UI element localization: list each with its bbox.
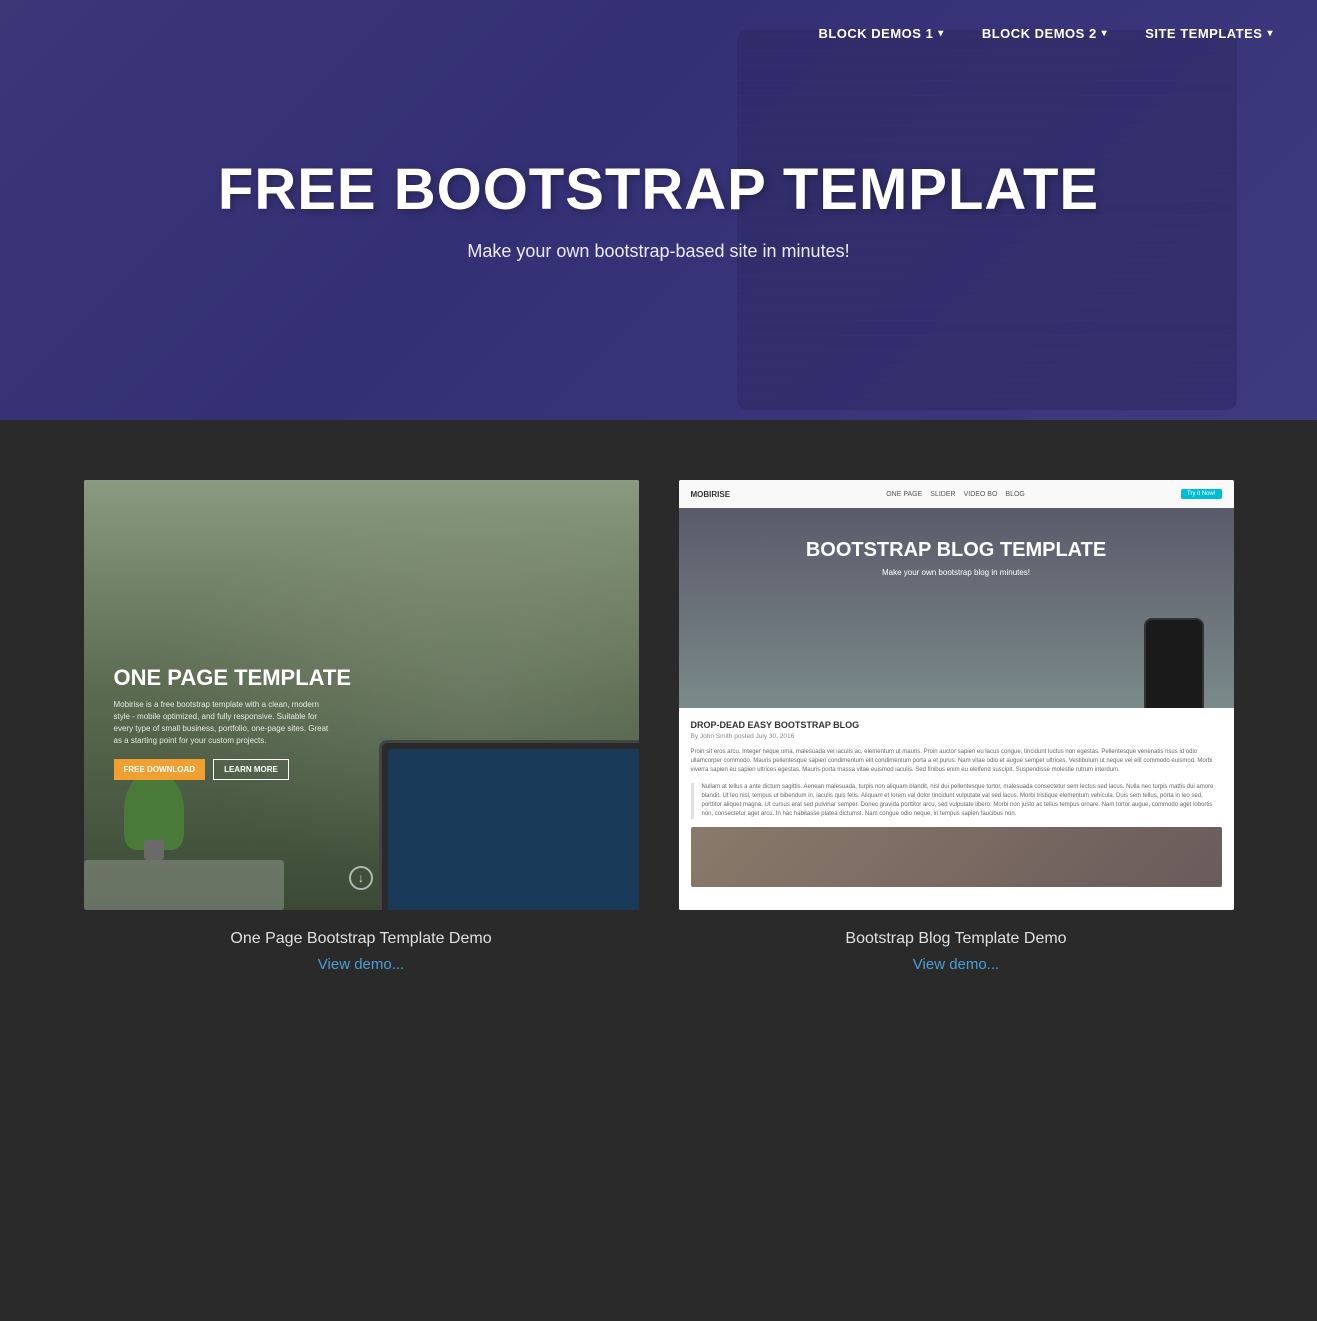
- blog-brand: MOBIRISE: [691, 490, 731, 499]
- nav-block-demos-1-label: BLOCK DEMOS 1: [818, 26, 933, 41]
- nav-block-demos-1[interactable]: BLOCK DEMOS 1 ▾: [804, 18, 957, 49]
- card-onepage: ONE PAGE TEMPLATE Mobirise is a free boo…: [84, 480, 639, 974]
- blog-preview-hero: BOOTSTRAP BLOG TEMPLATE Make your own bo…: [679, 508, 1234, 708]
- onepage-preview-buttons: FREE DOWNLOAD LEARN MORE: [114, 759, 352, 780]
- blog-image-strip: [691, 827, 1222, 887]
- learn-more-button[interactable]: LEARN MORE: [213, 759, 289, 780]
- blog-article: DROP-DEAD EASY BOOTSTRAP BLOG By John Sm…: [679, 708, 1234, 910]
- card-blog-demo-link[interactable]: View demo...: [913, 956, 999, 973]
- main-content: ONE PAGE TEMPLATE Mobirise is a free boo…: [0, 420, 1317, 1054]
- blog-preview: MOBIRISE ONE PAGE SLIDER VIDEO BO BLOG T…: [679, 480, 1234, 910]
- article-byline: By John Smith posted July 30, 2016: [691, 733, 1222, 740]
- blog-nav-blog: BLOG: [1005, 491, 1024, 498]
- keyboard-decoration: [84, 860, 284, 910]
- navigation: BLOCK DEMOS 1 ▾ BLOCK DEMOS 2 ▾ SITE TEM…: [774, 0, 1317, 67]
- blog-nav-slider: SLIDER: [930, 491, 955, 498]
- free-download-button[interactable]: FREE DOWNLOAD: [114, 759, 206, 780]
- blog-preview-nav: MOBIRISE ONE PAGE SLIDER VIDEO BO BLOG T…: [679, 480, 1234, 508]
- blog-nav-links: ONE PAGE SLIDER VIDEO BO BLOG: [886, 491, 1025, 498]
- blog-preview-subtitle: Make your own bootstrap blog in minutes!: [679, 568, 1234, 577]
- nav-site-templates[interactable]: SITE TEMPLATES ▾: [1131, 18, 1287, 49]
- cards-grid: ONE PAGE TEMPLATE Mobirise is a free boo…: [84, 480, 1234, 974]
- chevron-down-icon: ▾: [1102, 28, 1108, 39]
- card-blog-image[interactable]: MOBIRISE ONE PAGE SLIDER VIDEO BO BLOG T…: [679, 480, 1234, 910]
- onepage-text-block: ONE PAGE TEMPLATE Mobirise is a free boo…: [114, 665, 352, 780]
- nav-block-demos-2-label: BLOCK DEMOS 2: [982, 26, 1097, 41]
- onepage-preview-description: Mobirise is a free bootstrap template wi…: [114, 699, 334, 747]
- scroll-down-icon[interactable]: ↓: [349, 866, 373, 890]
- nav-site-templates-label: SITE TEMPLATES: [1145, 26, 1262, 41]
- blog-nav-onepage: ONE PAGE: [886, 491, 922, 498]
- try-now-button[interactable]: Try it Now!: [1181, 489, 1221, 499]
- nav-block-demos-2[interactable]: BLOCK DEMOS 2 ▾: [968, 18, 1121, 49]
- card-onepage-caption: One Page Bootstrap Template Demo View de…: [230, 930, 491, 974]
- blog-hero-content: BOOTSTRAP BLOG TEMPLATE Make your own bo…: [679, 538, 1234, 577]
- blog-preview-title: BOOTSTRAP BLOG TEMPLATE: [679, 538, 1234, 562]
- article-blockquote: Nullam at tellus a ante dictum sagittis.…: [691, 783, 1222, 819]
- card-onepage-demo-link[interactable]: View demo...: [318, 956, 404, 973]
- article-text: Proin sit eros arcu. Integer neque uma, …: [691, 748, 1222, 775]
- card-blog: MOBIRISE ONE PAGE SLIDER VIDEO BO BLOG T…: [679, 480, 1234, 974]
- hero-title: FREE BOOTSTRAP TEMPLATE: [218, 158, 1099, 222]
- onepage-preview: ONE PAGE TEMPLATE Mobirise is a free boo…: [84, 480, 639, 910]
- card-onepage-title: One Page Bootstrap Template Demo: [230, 930, 491, 948]
- blockquote-text: Nullam at tellus a ante dictum sagittis.…: [702, 783, 1222, 819]
- onepage-preview-title: ONE PAGE TEMPLATE: [114, 665, 352, 691]
- article-title: DROP-DEAD EASY BOOTSTRAP BLOG: [691, 720, 1222, 730]
- card-blog-caption: Bootstrap Blog Template Demo View demo..…: [845, 930, 1066, 974]
- chevron-down-icon: ▾: [1267, 28, 1273, 39]
- chevron-down-icon: ▾: [938, 28, 944, 39]
- hero-content: FREE BOOTSTRAP TEMPLATE Make your own bo…: [198, 138, 1119, 283]
- phone-decoration: [1144, 618, 1204, 708]
- blog-nav-video: VIDEO BO: [964, 491, 998, 498]
- card-blog-title: Bootstrap Blog Template Demo: [845, 930, 1066, 948]
- laptop-decoration: [379, 740, 639, 910]
- plant-decoration: [124, 770, 184, 850]
- hero-subtitle: Make your own bootstrap-based site in mi…: [218, 241, 1099, 262]
- card-onepage-image[interactable]: ONE PAGE TEMPLATE Mobirise is a free boo…: [84, 480, 639, 910]
